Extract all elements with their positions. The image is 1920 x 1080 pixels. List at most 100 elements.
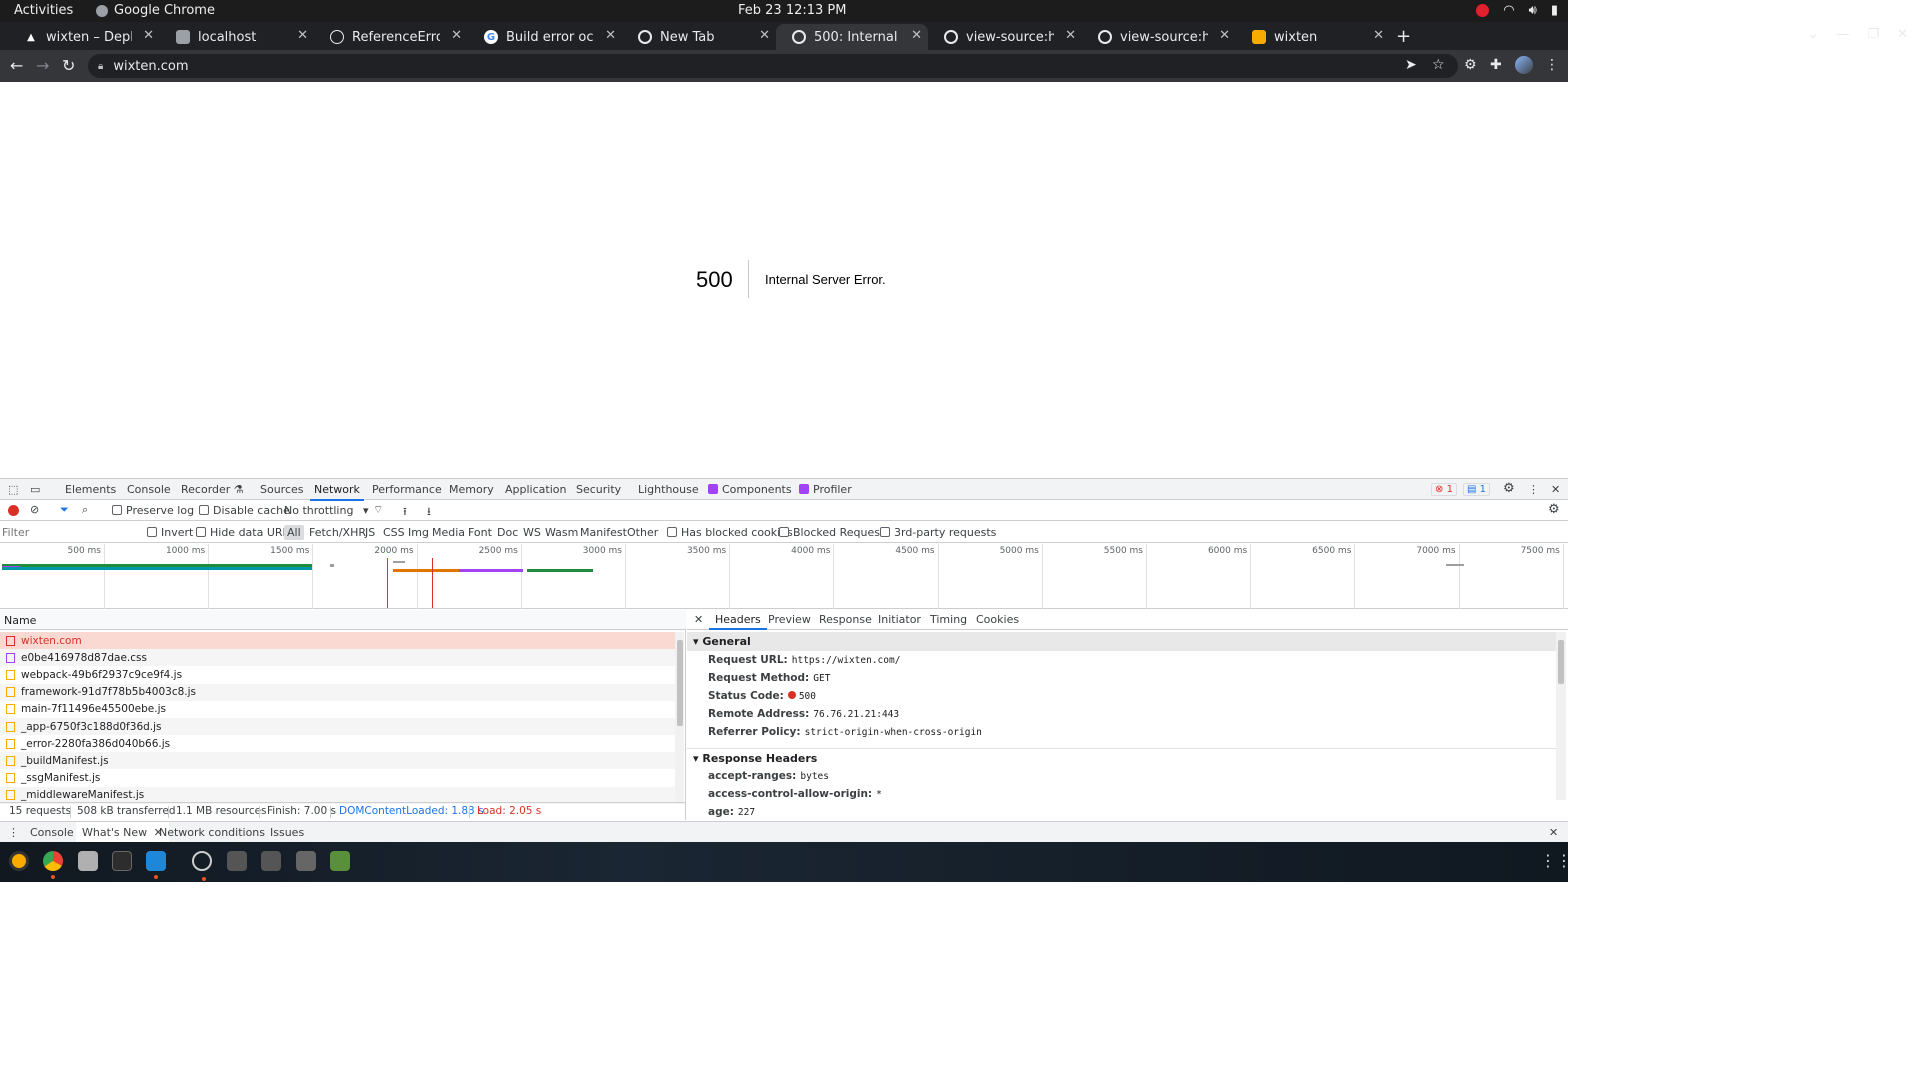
app-menu[interactable]: Google Chrome bbox=[96, 3, 215, 18]
tab-headers[interactable]: Headers bbox=[709, 613, 767, 630]
filter-type-img[interactable]: Img bbox=[408, 526, 429, 539]
filter-type-media[interactable]: Media bbox=[432, 526, 465, 539]
tab-wixten-deployments[interactable]: ▲ wixten – Deployme ✕ bbox=[8, 24, 160, 50]
extensions-puzzle-icon[interactable]: ✚ bbox=[1490, 57, 1502, 73]
error-count-badge[interactable]: ⊗ 1 bbox=[1431, 483, 1457, 496]
tab-initiator[interactable]: Initiator bbox=[878, 613, 921, 626]
request-row[interactable]: _app-6750f3c188d0f36d.js bbox=[0, 718, 675, 735]
filter-type-font[interactable]: Font bbox=[468, 526, 492, 539]
close-tab-icon[interactable]: ✕ bbox=[451, 28, 462, 43]
tab-timing[interactable]: Timing bbox=[930, 613, 967, 626]
tab-profiler[interactable]: Profiler bbox=[799, 483, 852, 496]
chrome-dock-icon[interactable] bbox=[43, 851, 63, 879]
clear-icon[interactable]: ⊘ bbox=[30, 503, 39, 516]
tab-components[interactable]: Components bbox=[708, 483, 792, 496]
disk-icon[interactable] bbox=[296, 851, 316, 871]
filter-type-manifest[interactable]: Manifest bbox=[580, 526, 627, 539]
tab-memory[interactable]: Memory bbox=[449, 483, 494, 496]
request-row[interactable]: framework-91d7f78b5b4003c8.js bbox=[0, 683, 675, 701]
third-party-requests-checkbox[interactable]: 3rd-party requests bbox=[880, 526, 996, 539]
reload-icon[interactable]: ↻ bbox=[62, 56, 75, 75]
tab-view-source-1[interactable]: view-source:https: ✕ bbox=[928, 24, 1082, 50]
vscode-icon[interactable] bbox=[146, 851, 166, 879]
requests-scroll-thumb[interactable] bbox=[677, 640, 683, 726]
lock-icon[interactable]: 🔒︎ bbox=[98, 61, 103, 72]
tab-new-tab[interactable]: New Tab ✕ bbox=[622, 24, 776, 50]
details-scroll-thumb[interactable] bbox=[1558, 640, 1564, 684]
close-tab-icon[interactable]: ✕ bbox=[143, 28, 154, 43]
files-icon[interactable] bbox=[78, 851, 98, 871]
network-settings-gear-icon[interactable]: ⚙ bbox=[1548, 502, 1560, 517]
close-tab-icon[interactable]: ✕ bbox=[911, 28, 922, 43]
extension-icon[interactable]: ⚙ bbox=[1464, 57, 1477, 73]
tab-build-error[interactable]: G Build error occurr ✕ bbox=[468, 24, 622, 50]
drawer-tab-network-conditions[interactable]: Network conditions bbox=[159, 826, 265, 839]
request-row[interactable]: wixten.com bbox=[0, 632, 675, 649]
hide-data-urls-checkbox[interactable]: Hide data URLs bbox=[196, 526, 294, 539]
network-overview-timeline[interactable]: 500 ms 1000 ms 1500 ms 2000 ms 2500 ms 3000 m… bbox=[0, 544, 1568, 609]
close-tab-icon[interactable]: ✕ bbox=[297, 28, 308, 43]
close-tab-icon[interactable]: ✕ bbox=[1219, 28, 1230, 43]
preserve-log-checkbox[interactable]: Preserve log bbox=[112, 504, 194, 517]
request-row[interactable]: main-7f11496e45500ebe.js bbox=[0, 701, 675, 718]
close-devtools-icon[interactable]: ✕ bbox=[1551, 483, 1560, 496]
disable-cache-checkbox[interactable]: Disable cache bbox=[199, 504, 290, 517]
clock[interactable]: Feb 23 12:13 PM bbox=[738, 3, 846, 18]
tab-response[interactable]: Response bbox=[819, 613, 872, 626]
tab-recorder[interactable]: Recorder ⚗ bbox=[181, 483, 244, 496]
device-toolbar-icon[interactable]: ▭ bbox=[30, 483, 40, 496]
filter-type-other[interactable]: Other bbox=[627, 526, 658, 539]
bookmark-star-icon[interactable]: ☆ bbox=[1432, 57, 1445, 73]
minimize-icon[interactable]: — bbox=[1836, 27, 1849, 42]
devtools-menu-icon[interactable]: ⋮ bbox=[1528, 483, 1539, 496]
tab-performance[interactable]: Performance bbox=[372, 483, 442, 496]
rhythmbox-icon[interactable] bbox=[9, 851, 29, 871]
details-scrollbar[interactable] bbox=[1556, 632, 1566, 800]
back-icon[interactable]: ← bbox=[10, 56, 23, 75]
request-row[interactable]: e0be416978d87dae.css bbox=[0, 649, 675, 667]
new-tab-button[interactable]: + bbox=[1396, 26, 1411, 47]
drawer-tab-issues[interactable]: Issues bbox=[270, 826, 304, 839]
requests-scrollbar[interactable] bbox=[675, 632, 684, 804]
record-icon[interactable] bbox=[8, 505, 19, 516]
system-tray[interactable]: ◠ 🔊︎ ▮ bbox=[1476, 3, 1558, 18]
profile-avatar[interactable] bbox=[1515, 56, 1533, 78]
tab-500-internal-server-error[interactable]: 500: Internal Serve ✕ bbox=[776, 24, 928, 50]
drawer-tab-whats-new[interactable]: What's New ✕ bbox=[76, 822, 169, 844]
close-details-icon[interactable]: ✕ bbox=[694, 613, 703, 626]
address-bar[interactable]: 🔒︎ wixten.com bbox=[88, 54, 1458, 78]
tab-console[interactable]: Console bbox=[127, 483, 171, 496]
terminal-icon[interactable] bbox=[112, 851, 132, 871]
tab-elements[interactable]: Elements bbox=[65, 483, 116, 496]
request-row[interactable]: _buildManifest.js bbox=[0, 752, 675, 770]
menu-kebab-icon[interactable]: ⋮ bbox=[1545, 57, 1559, 73]
export-har-icon[interactable]: ⭳ bbox=[427, 503, 431, 522]
close-drawer-icon[interactable]: ✕ bbox=[1549, 826, 1558, 839]
request-row[interactable]: webpack-49b6f2937c9ce9f4.js bbox=[0, 666, 675, 683]
tab-lighthouse[interactable]: Lighthouse bbox=[638, 483, 699, 496]
tab-security[interactable]: Security bbox=[576, 483, 621, 496]
usb-drive-icon[interactable] bbox=[227, 851, 247, 871]
forward-icon[interactable]: → bbox=[36, 56, 49, 75]
name-column-header[interactable]: Name bbox=[0, 610, 686, 630]
filter-type-doc[interactable]: Doc bbox=[497, 526, 518, 539]
inspect-element-icon[interactable]: ⬚ bbox=[8, 483, 18, 496]
message-count-badge[interactable]: ▤ 1 bbox=[1463, 483, 1491, 496]
tab-application[interactable]: Application bbox=[505, 483, 566, 496]
software-updater-icon[interactable] bbox=[192, 851, 212, 881]
tab-network[interactable]: Network bbox=[310, 483, 364, 501]
filter-type-wasm[interactable]: Wasm bbox=[545, 526, 578, 539]
tab-localhost[interactable]: localhost ✕ bbox=[160, 24, 314, 50]
close-tab-icon[interactable]: ✕ bbox=[1373, 28, 1384, 43]
filter-type-all[interactable]: All bbox=[284, 525, 304, 540]
tab-preview[interactable]: Preview bbox=[768, 613, 811, 626]
send-icon[interactable]: ➤ bbox=[1405, 57, 1417, 73]
has-blocked-cookies-checkbox[interactable]: Has blocked cookies bbox=[667, 526, 793, 539]
filter-input[interactable] bbox=[2, 525, 134, 540]
filter-type-css[interactable]: CSS bbox=[383, 526, 405, 539]
tab-sources[interactable]: Sources bbox=[260, 483, 304, 496]
tab-cookies[interactable]: Cookies bbox=[976, 613, 1019, 626]
filter-type-js[interactable]: JS bbox=[365, 526, 375, 539]
drawer-tab-console[interactable]: Console bbox=[30, 826, 74, 839]
tab-view-source-2[interactable]: view-source:https: ✕ bbox=[1082, 24, 1236, 50]
